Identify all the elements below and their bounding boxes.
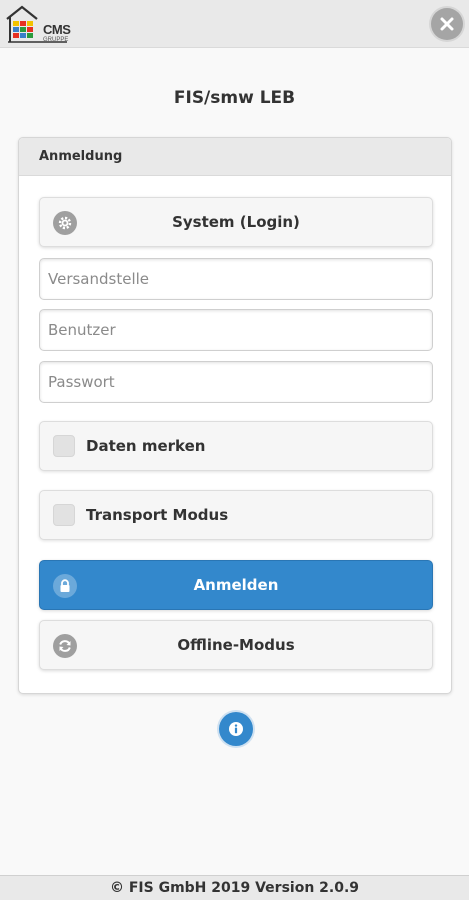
offline-modus-label: Offline-Modus xyxy=(177,636,295,654)
versandstelle-field[interactable] xyxy=(39,258,433,300)
top-bar: CMS GRUPPE xyxy=(0,0,469,48)
logo-text: CMS xyxy=(43,22,71,37)
page-title: FIS/smw LEB xyxy=(173,88,296,108)
anmelden-button[interactable]: Anmelden xyxy=(39,560,433,610)
benutzer-input[interactable] xyxy=(40,310,432,350)
versandstelle-input[interactable] xyxy=(40,259,432,299)
cms-logo: CMS GRUPPE xyxy=(5,5,71,45)
close-icon xyxy=(440,17,454,31)
footer: © FIS GmbH 2019 Version 2.0.9 xyxy=(0,875,469,900)
lock-icon xyxy=(53,574,77,598)
info-icon xyxy=(229,722,243,736)
transport-modus-checkbox[interactable]: Transport Modus xyxy=(39,490,433,540)
transport-modus-label: Transport Modus xyxy=(86,506,229,524)
info-button[interactable] xyxy=(219,712,253,746)
checkbox-box[interactable] xyxy=(53,435,75,457)
offline-modus-button[interactable]: Offline-Modus xyxy=(39,620,433,670)
benutzer-field[interactable] xyxy=(39,309,433,351)
panel-header: Anmeldung xyxy=(19,138,451,176)
system-login-button[interactable]: System (Login) xyxy=(39,197,433,247)
system-login-label: System (Login) xyxy=(172,213,300,231)
checkbox-box[interactable] xyxy=(53,504,75,526)
daten-merken-checkbox[interactable]: Daten merken xyxy=(39,421,433,471)
daten-merken-label: Daten merken xyxy=(86,437,206,455)
passwort-input[interactable] xyxy=(40,362,432,402)
refresh-icon xyxy=(53,634,77,658)
anmelden-label: Anmelden xyxy=(193,576,279,594)
passwort-field[interactable] xyxy=(39,361,433,403)
gear-icon xyxy=(53,211,77,235)
close-button[interactable] xyxy=(431,8,463,40)
logo-subtext: GRUPPE xyxy=(43,37,69,43)
login-panel: Anmeldung System (Login) Daten merken Tr… xyxy=(18,137,452,694)
